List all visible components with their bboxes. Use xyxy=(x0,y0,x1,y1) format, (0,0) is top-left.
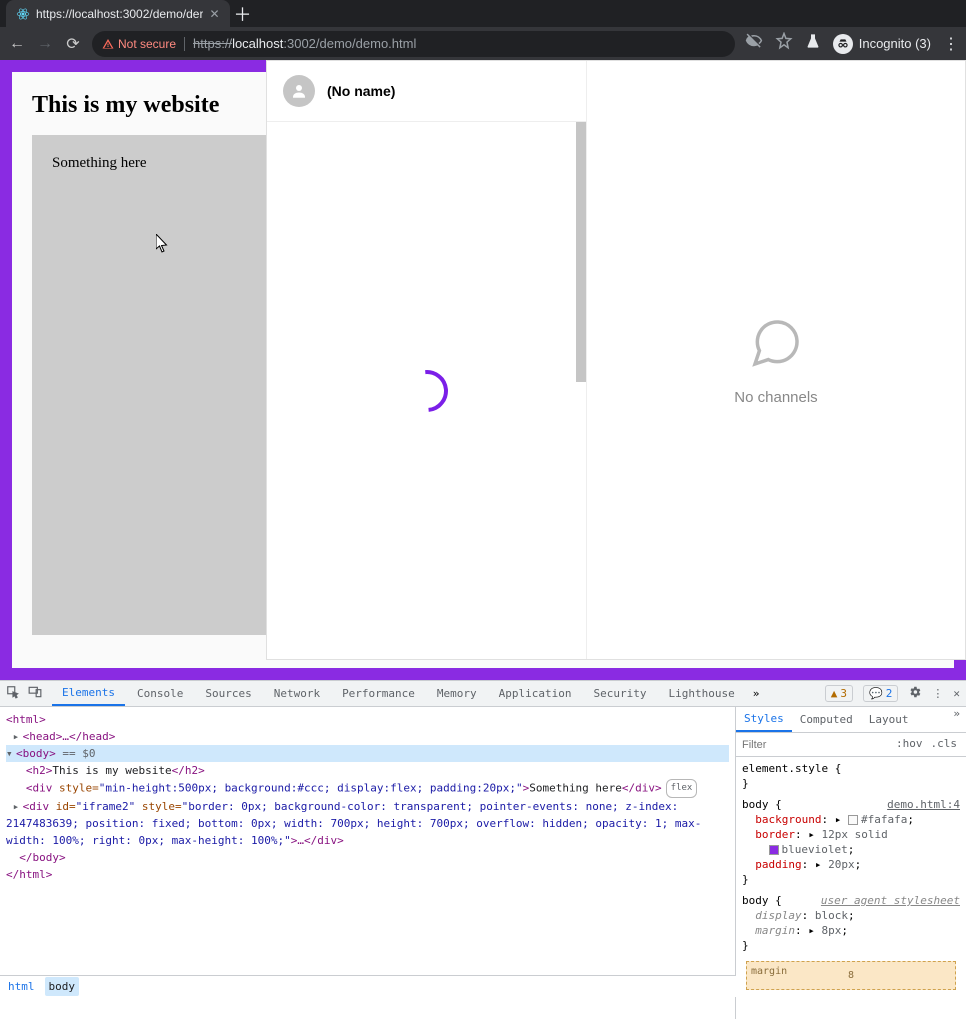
devtools-tab-console[interactable]: Console xyxy=(127,681,193,706)
flask-icon[interactable] xyxy=(805,33,821,54)
browser-toolbar: ← → ⟳ Not secure https://localhost:3002/… xyxy=(0,27,966,60)
incognito-indicator[interactable]: Incognito (3) xyxy=(833,34,931,54)
devtools-menu-icon[interactable]: ⋮ xyxy=(932,687,943,700)
styles-filter-row: :hov .cls ＋ ▣ xyxy=(736,733,966,757)
cls-toggle[interactable]: .cls xyxy=(931,737,958,753)
devtools-close-icon[interactable]: ✕ xyxy=(953,687,960,700)
address-bar[interactable]: Not secure https://localhost:3002/demo/d… xyxy=(92,31,735,57)
kebab-menu-icon[interactable]: ⋮ xyxy=(943,34,958,54)
styles-filter-input[interactable] xyxy=(736,739,890,751)
devtools-tab-lighthouse[interactable]: Lighthouse xyxy=(659,681,745,706)
elements-tree[interactable]: <html> ▸<head>…</head> ▾<body> == $0 <h2… xyxy=(0,707,736,1019)
styles-tab-styles[interactable]: Styles xyxy=(736,707,792,732)
expand-icon[interactable]: ▸ xyxy=(13,728,23,745)
box-model-diagram[interactable]: margin 8 xyxy=(746,961,956,990)
device-toggle-icon[interactable] xyxy=(28,685,42,702)
ua-stylesheet-label: user agent stylesheet xyxy=(821,893,960,908)
grey-box-text: Something here xyxy=(52,155,147,615)
warnings-badge[interactable]: ▲ 3 xyxy=(825,685,853,702)
separator xyxy=(184,37,185,51)
profile-header[interactable]: (No name) xyxy=(267,61,586,122)
expand-icon[interactable]: ▸ xyxy=(13,798,23,815)
devtools-tab-bar: ElementsConsoleSourcesNetworkPerformance… xyxy=(0,681,966,707)
styles-tab-computed[interactable]: Computed xyxy=(792,707,861,732)
bookmark-icon[interactable] xyxy=(775,32,793,55)
new-tab-button[interactable]: ＋ xyxy=(230,0,256,27)
tab-strip: https://localhost:3002/demo/der ✕ ＋ xyxy=(0,0,966,27)
elements-breadcrumb: html body xyxy=(0,975,736,997)
back-button[interactable]: ← xyxy=(8,35,26,53)
devtools-tab-security[interactable]: Security xyxy=(584,681,657,706)
forward-button[interactable]: → xyxy=(36,35,54,53)
browser-chrome: https://localhost:3002/demo/der ✕ ＋ ← → … xyxy=(0,0,966,60)
devtools-panel: ElementsConsoleSourcesNetworkPerformance… xyxy=(0,680,966,1019)
chat-widget-overlay: (No name) No channels xyxy=(266,60,966,660)
toolbar-right: Incognito (3) ⋮ xyxy=(745,32,958,55)
reload-button[interactable]: ⟳ xyxy=(64,34,82,54)
collapse-icon[interactable]: ▾ xyxy=(6,745,16,762)
eye-off-icon[interactable] xyxy=(745,32,763,55)
widget-left-pane: (No name) xyxy=(267,61,587,659)
source-link[interactable]: demo.html:4 xyxy=(887,797,960,812)
not-secure-warning[interactable]: Not secure xyxy=(102,37,176,51)
react-icon xyxy=(16,7,30,21)
inspect-element-icon[interactable] xyxy=(6,685,20,702)
flex-badge[interactable]: flex xyxy=(666,779,698,798)
loading-spinner-icon xyxy=(397,361,456,420)
devtools-tab-application[interactable]: Application xyxy=(489,681,582,706)
devtools-tab-elements[interactable]: Elements xyxy=(52,681,125,706)
messages-badge[interactable]: 💬 2 xyxy=(863,685,898,702)
devtools-tab-memory[interactable]: Memory xyxy=(427,681,487,706)
scrollbar-thumb[interactable] xyxy=(576,122,586,382)
profile-name: (No name) xyxy=(327,83,395,99)
devtools-tab-sources[interactable]: Sources xyxy=(195,681,261,706)
more-styles-tabs-icon[interactable]: » xyxy=(947,707,966,732)
browser-tab[interactable]: https://localhost:3002/demo/der ✕ xyxy=(6,0,230,27)
settings-gear-icon[interactable] xyxy=(908,685,922,702)
devtools-tab-network[interactable]: Network xyxy=(264,681,330,706)
styles-rules[interactable]: element.style { } body {demo.html:4 back… xyxy=(736,757,966,1019)
no-channels-text: No channels xyxy=(734,389,817,406)
styles-pane: StylesComputedLayout » :hov .cls ＋ ▣ elem… xyxy=(736,707,966,1019)
tab-title: https://localhost:3002/demo/der xyxy=(36,7,203,21)
incognito-label: Incognito (3) xyxy=(859,36,931,51)
styles-tab-layout[interactable]: Layout xyxy=(861,707,917,732)
channel-list-loading xyxy=(267,122,586,659)
breadcrumb-body[interactable]: body xyxy=(45,977,80,996)
chat-bubble-icon xyxy=(748,315,804,371)
styles-tab-bar: StylesComputedLayout » xyxy=(736,707,966,733)
breadcrumb-html[interactable]: html xyxy=(8,978,35,995)
more-tabs-icon[interactable]: » xyxy=(753,687,760,700)
incognito-icon xyxy=(833,34,853,54)
close-tab-icon[interactable]: ✕ xyxy=(209,7,219,21)
avatar-icon xyxy=(283,75,315,107)
url-text: https://localhost:3002/demo/demo.html xyxy=(193,36,416,51)
hov-toggle[interactable]: :hov xyxy=(896,737,923,753)
devtools-tab-performance[interactable]: Performance xyxy=(332,681,425,706)
warning-icon xyxy=(102,38,114,50)
widget-right-pane: No channels xyxy=(587,61,965,659)
